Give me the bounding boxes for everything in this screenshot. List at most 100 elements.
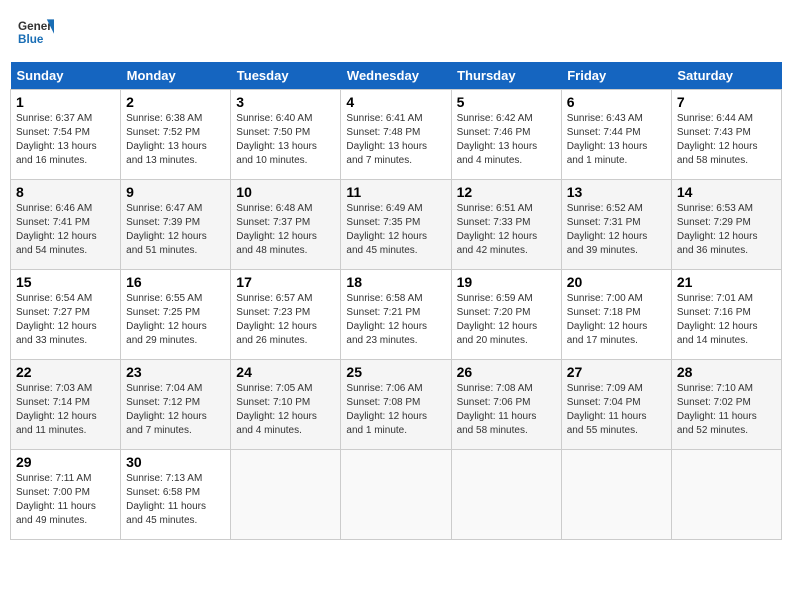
page-header: General Blue (10, 10, 782, 54)
day-cell-23: 23 Sunrise: 7:04 AMSunset: 7:12 PMDaylig… (121, 360, 231, 450)
day-number: 3 (236, 94, 335, 110)
day-number: 19 (457, 274, 556, 290)
day-cell-26: 26 Sunrise: 7:08 AMSunset: 7:06 PMDaylig… (451, 360, 561, 450)
day-info: Sunrise: 7:06 AMSunset: 7:08 PMDaylight:… (346, 383, 427, 436)
day-cell-18: 18 Sunrise: 6:58 AMSunset: 7:21 PMDaylig… (341, 270, 451, 360)
day-info: Sunrise: 6:49 AMSunset: 7:35 PMDaylight:… (346, 203, 427, 256)
day-info: Sunrise: 6:53 AMSunset: 7:29 PMDaylight:… (677, 203, 758, 256)
day-number: 1 (16, 94, 115, 110)
day-info: Sunrise: 7:10 AMSunset: 7:02 PMDaylight:… (677, 383, 757, 436)
col-sunday: Sunday (11, 62, 121, 90)
day-info: Sunrise: 7:03 AMSunset: 7:14 PMDaylight:… (16, 383, 97, 436)
empty-cell (451, 450, 561, 540)
svg-text:Blue: Blue (18, 33, 44, 46)
day-cell-11: 11 Sunrise: 6:49 AMSunset: 7:35 PMDaylig… (341, 180, 451, 270)
day-cell-6: 6 Sunrise: 6:43 AMSunset: 7:44 PMDayligh… (561, 90, 671, 180)
day-number: 12 (457, 184, 556, 200)
day-info: Sunrise: 6:51 AMSunset: 7:33 PMDaylight:… (457, 203, 538, 256)
day-number: 10 (236, 184, 335, 200)
empty-cell (341, 450, 451, 540)
day-info: Sunrise: 6:55 AMSunset: 7:25 PMDaylight:… (126, 293, 207, 346)
day-number: 17 (236, 274, 335, 290)
day-info: Sunrise: 6:57 AMSunset: 7:23 PMDaylight:… (236, 293, 317, 346)
day-cell-9: 9 Sunrise: 6:47 AMSunset: 7:39 PMDayligh… (121, 180, 231, 270)
day-cell-25: 25 Sunrise: 7:06 AMSunset: 7:08 PMDaylig… (341, 360, 451, 450)
day-cell-17: 17 Sunrise: 6:57 AMSunset: 7:23 PMDaylig… (231, 270, 341, 360)
day-info: Sunrise: 7:11 AMSunset: 7:00 PMDaylight:… (16, 473, 96, 526)
day-info: Sunrise: 7:04 AMSunset: 7:12 PMDaylight:… (126, 383, 207, 436)
day-cell-29: 29 Sunrise: 7:11 AMSunset: 7:00 PMDaylig… (11, 450, 121, 540)
day-number: 26 (457, 364, 556, 380)
day-cell-5: 5 Sunrise: 6:42 AMSunset: 7:46 PMDayligh… (451, 90, 561, 180)
day-cell-30: 30 Sunrise: 7:13 AMSunset: 6:58 PMDaylig… (121, 450, 231, 540)
day-info: Sunrise: 6:52 AMSunset: 7:31 PMDaylight:… (567, 203, 648, 256)
day-number: 21 (677, 274, 776, 290)
day-number: 7 (677, 94, 776, 110)
week-row-5: 29 Sunrise: 7:11 AMSunset: 7:00 PMDaylig… (11, 450, 782, 540)
day-cell-16: 16 Sunrise: 6:55 AMSunset: 7:25 PMDaylig… (121, 270, 231, 360)
day-info: Sunrise: 7:09 AMSunset: 7:04 PMDaylight:… (567, 383, 647, 436)
day-number: 9 (126, 184, 225, 200)
day-cell-12: 12 Sunrise: 6:51 AMSunset: 7:33 PMDaylig… (451, 180, 561, 270)
header-row: Sunday Monday Tuesday Wednesday Thursday… (11, 62, 782, 90)
day-number: 13 (567, 184, 666, 200)
day-info: Sunrise: 6:41 AMSunset: 7:48 PMDaylight:… (346, 113, 427, 166)
day-info: Sunrise: 6:47 AMSunset: 7:39 PMDaylight:… (126, 203, 207, 256)
day-info: Sunrise: 7:05 AMSunset: 7:10 PMDaylight:… (236, 383, 317, 436)
day-cell-28: 28 Sunrise: 7:10 AMSunset: 7:02 PMDaylig… (671, 360, 781, 450)
day-number: 23 (126, 364, 225, 380)
day-cell-2: 2 Sunrise: 6:38 AMSunset: 7:52 PMDayligh… (121, 90, 231, 180)
day-number: 6 (567, 94, 666, 110)
day-cell-19: 19 Sunrise: 6:59 AMSunset: 7:20 PMDaylig… (451, 270, 561, 360)
day-cell-27: 27 Sunrise: 7:09 AMSunset: 7:04 PMDaylig… (561, 360, 671, 450)
week-row-4: 22 Sunrise: 7:03 AMSunset: 7:14 PMDaylig… (11, 360, 782, 450)
day-number: 18 (346, 274, 445, 290)
day-number: 28 (677, 364, 776, 380)
col-friday: Friday (561, 62, 671, 90)
day-cell-13: 13 Sunrise: 6:52 AMSunset: 7:31 PMDaylig… (561, 180, 671, 270)
day-number: 15 (16, 274, 115, 290)
day-cell-4: 4 Sunrise: 6:41 AMSunset: 7:48 PMDayligh… (341, 90, 451, 180)
day-info: Sunrise: 6:43 AMSunset: 7:44 PMDaylight:… (567, 113, 648, 166)
day-number: 27 (567, 364, 666, 380)
week-row-3: 15 Sunrise: 6:54 AMSunset: 7:27 PMDaylig… (11, 270, 782, 360)
day-number: 24 (236, 364, 335, 380)
day-info: Sunrise: 7:08 AMSunset: 7:06 PMDaylight:… (457, 383, 537, 436)
day-cell-10: 10 Sunrise: 6:48 AMSunset: 7:37 PMDaylig… (231, 180, 341, 270)
col-tuesday: Tuesday (231, 62, 341, 90)
day-number: 25 (346, 364, 445, 380)
day-info: Sunrise: 7:01 AMSunset: 7:16 PMDaylight:… (677, 293, 758, 346)
day-info: Sunrise: 6:42 AMSunset: 7:46 PMDaylight:… (457, 113, 538, 166)
logo: General Blue (18, 14, 58, 50)
calendar-table: Sunday Monday Tuesday Wednesday Thursday… (10, 62, 782, 540)
day-cell-1: 1 Sunrise: 6:37 AMSunset: 7:54 PMDayligh… (11, 90, 121, 180)
day-number: 14 (677, 184, 776, 200)
day-info: Sunrise: 7:00 AMSunset: 7:18 PMDaylight:… (567, 293, 648, 346)
day-info: Sunrise: 6:37 AMSunset: 7:54 PMDaylight:… (16, 113, 97, 166)
day-cell-14: 14 Sunrise: 6:53 AMSunset: 7:29 PMDaylig… (671, 180, 781, 270)
day-info: Sunrise: 6:54 AMSunset: 7:27 PMDaylight:… (16, 293, 97, 346)
day-cell-7: 7 Sunrise: 6:44 AMSunset: 7:43 PMDayligh… (671, 90, 781, 180)
week-row-2: 8 Sunrise: 6:46 AMSunset: 7:41 PMDayligh… (11, 180, 782, 270)
empty-cell (671, 450, 781, 540)
day-cell-24: 24 Sunrise: 7:05 AMSunset: 7:10 PMDaylig… (231, 360, 341, 450)
day-number: 5 (457, 94, 556, 110)
day-number: 4 (346, 94, 445, 110)
day-number: 2 (126, 94, 225, 110)
empty-cell (561, 450, 671, 540)
day-cell-21: 21 Sunrise: 7:01 AMSunset: 7:16 PMDaylig… (671, 270, 781, 360)
empty-cell (231, 450, 341, 540)
logo-icon: General Blue (18, 14, 54, 50)
day-cell-20: 20 Sunrise: 7:00 AMSunset: 7:18 PMDaylig… (561, 270, 671, 360)
col-saturday: Saturday (671, 62, 781, 90)
day-cell-22: 22 Sunrise: 7:03 AMSunset: 7:14 PMDaylig… (11, 360, 121, 450)
col-thursday: Thursday (451, 62, 561, 90)
col-wednesday: Wednesday (341, 62, 451, 90)
day-info: Sunrise: 6:58 AMSunset: 7:21 PMDaylight:… (346, 293, 427, 346)
day-number: 30 (126, 454, 225, 470)
day-info: Sunrise: 6:48 AMSunset: 7:37 PMDaylight:… (236, 203, 317, 256)
day-info: Sunrise: 6:40 AMSunset: 7:50 PMDaylight:… (236, 113, 317, 166)
day-info: Sunrise: 7:13 AMSunset: 6:58 PMDaylight:… (126, 473, 206, 526)
day-info: Sunrise: 6:38 AMSunset: 7:52 PMDaylight:… (126, 113, 207, 166)
day-number: 16 (126, 274, 225, 290)
